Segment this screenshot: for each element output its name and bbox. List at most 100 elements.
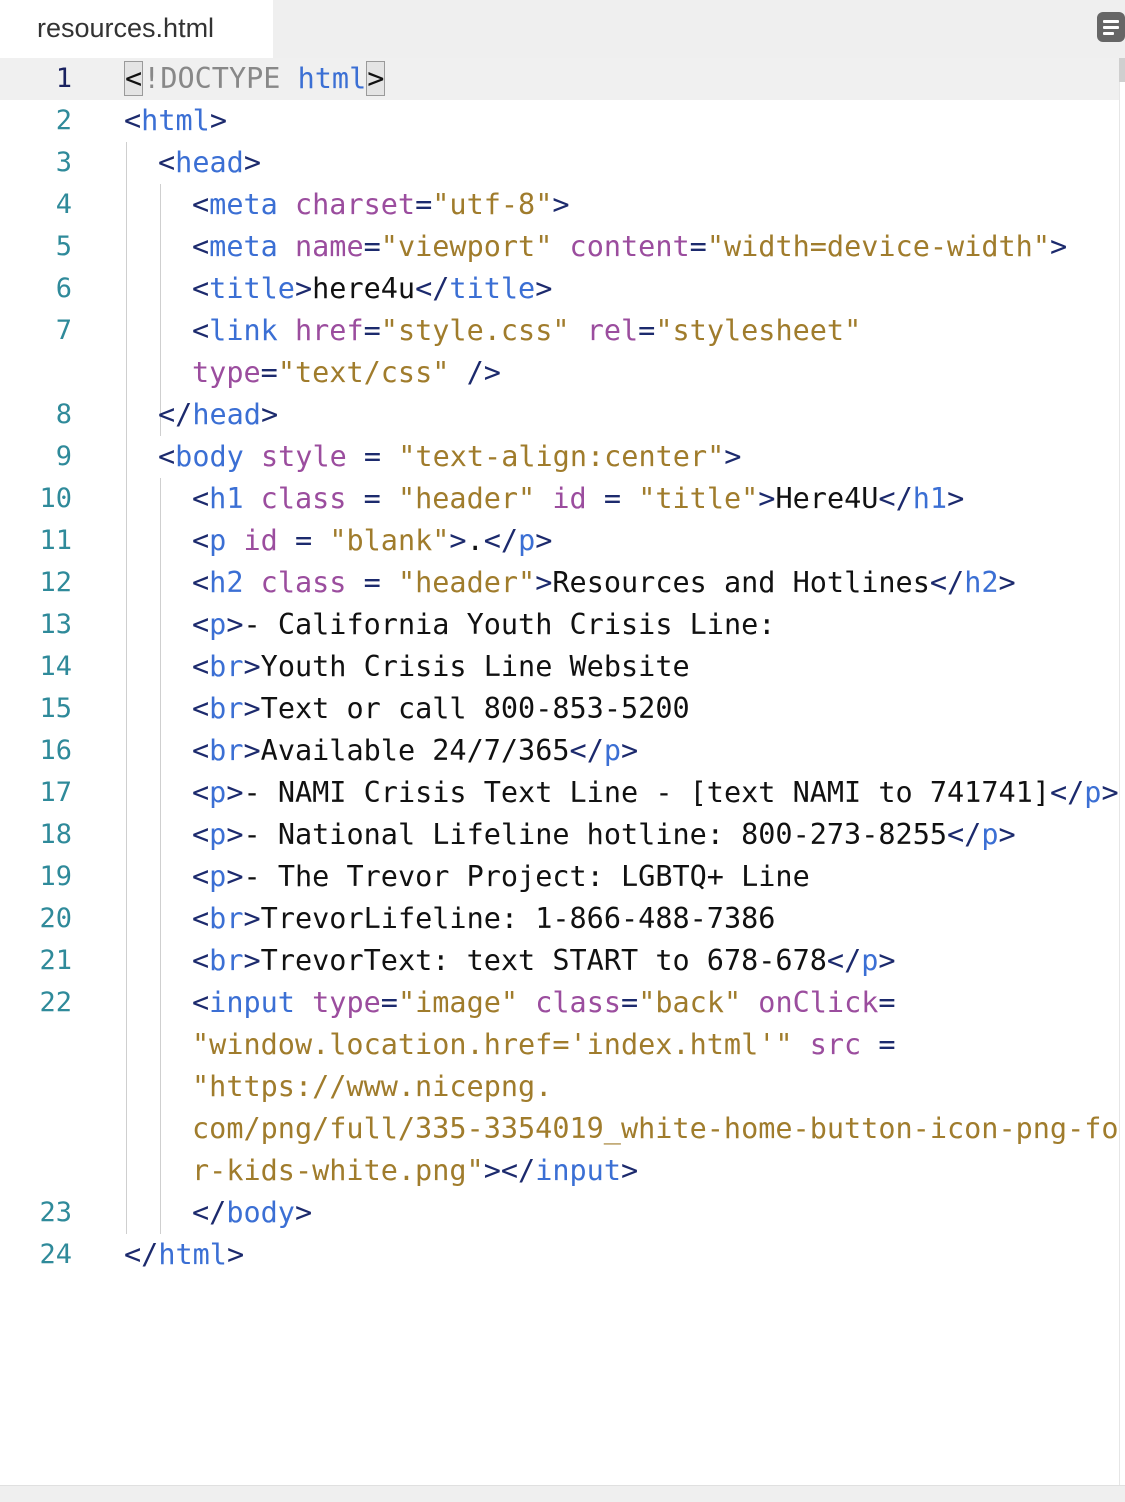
code-token: </ xyxy=(1049,776,1085,809)
code-text: "window.location.href='index.html'" src … xyxy=(192,1024,896,1066)
code-text: <html> xyxy=(124,100,227,142)
code-token: </ xyxy=(929,566,965,599)
code-line[interactable]: 5 <meta name="viewport" content="width=de… xyxy=(0,226,1120,268)
code-token: "header" xyxy=(397,482,553,515)
code-token: > xyxy=(209,104,227,137)
code-text: <p>- California Youth Crisis Line: xyxy=(192,604,775,646)
code-token: < xyxy=(192,188,210,221)
code-token: < xyxy=(192,566,210,599)
code-token: < xyxy=(192,272,210,305)
code-line[interactable]: type="text/css" /> xyxy=(0,352,1120,394)
code-line[interactable]: "window.location.href='index.html'" src … xyxy=(0,1024,1120,1066)
horizontal-scrollbar[interactable] xyxy=(0,1485,1125,1502)
line-number: 15 xyxy=(39,693,72,724)
code-line[interactable]: 10 <h1 class = "header" id = "title">Here… xyxy=(0,478,1120,520)
code-text: <link href="style.css" rel="stylesheet" xyxy=(192,310,861,352)
code-token: type xyxy=(192,356,261,389)
code-token: html xyxy=(297,62,367,95)
code-line[interactable]: 20 <br>TrevorLifeline: 1-866-488-7386 xyxy=(0,898,1120,940)
code-token: = xyxy=(260,356,278,389)
code-text: <p>- The Trevor Project: LGBTQ+ Line xyxy=(192,856,810,898)
code-token: = xyxy=(621,986,639,1019)
code-token: = xyxy=(380,986,398,1019)
code-token: "blank" xyxy=(329,524,450,557)
code-line[interactable]: 14 <br>Youth Crisis Line Website xyxy=(0,646,1120,688)
code-token: Here4U xyxy=(775,482,879,515)
hamburger-menu-icon[interactable] xyxy=(1097,12,1125,42)
code-line[interactable]: 24 </html> xyxy=(0,1234,1120,1276)
code-token: > xyxy=(294,1196,313,1229)
code-token: Youth Crisis Line Website xyxy=(260,650,690,683)
line-number: 4 xyxy=(55,189,72,220)
code-line[interactable]: 15 <br>Text or call 800-853-5200 xyxy=(0,688,1120,730)
code-token: = xyxy=(689,230,707,263)
code-token: href xyxy=(294,314,364,347)
code-text: <p id = "blank">.</p> xyxy=(192,520,552,562)
code-token: > xyxy=(243,902,261,935)
code-line[interactable]: 7 <link href="style.css" rel="stylesheet" xyxy=(0,310,1120,352)
code-line[interactable]: 3 <head> xyxy=(0,142,1120,184)
line-number: 24 xyxy=(39,1239,72,1270)
code-token: "viewport" xyxy=(380,230,570,263)
code-token: < xyxy=(124,104,142,137)
code-token: p xyxy=(209,608,227,641)
code-line[interactable]: "https://www.nicepng. xyxy=(0,1066,1120,1108)
tab-bar: resources.html xyxy=(0,0,1125,58)
code-line[interactable]: 12 <h2 class = "header">Resources and Hot… xyxy=(0,562,1120,604)
code-token: "header" xyxy=(397,566,536,599)
code-line[interactable]: 11 <p id = "blank">.</p> xyxy=(0,520,1120,562)
code-token: title xyxy=(209,272,295,305)
code-line[interactable]: 21 <br>TrevorText: text START to 678-678<… xyxy=(0,940,1120,982)
code-token: < xyxy=(192,482,210,515)
code-token: < xyxy=(158,440,176,473)
code-token: > xyxy=(620,1154,639,1187)
code-token: head xyxy=(175,146,244,179)
code-line[interactable]: 19 <p>- The Trevor Project: LGBTQ+ Line xyxy=(0,856,1120,898)
code-editor[interactable]: 1 <!DOCTYPE html> 2 <html> 3 <head> 4 <meta cha… xyxy=(0,58,1125,1485)
code-token: = xyxy=(878,986,896,1019)
code-line[interactable]: 22 <input type="image" class="back" onCli… xyxy=(0,982,1120,1024)
code-text: </body> xyxy=(192,1192,312,1234)
code-token: meta xyxy=(209,188,295,221)
code-token: TrevorText: text START to 678-678 xyxy=(260,944,827,977)
code-token: class xyxy=(260,482,364,515)
code-text: <title>here4u</title> xyxy=(192,268,552,310)
code-token: "text-align:center" xyxy=(398,440,725,473)
code-line[interactable]: 1 <!DOCTYPE html> xyxy=(0,58,1120,100)
code-line[interactable]: 23 </body> xyxy=(0,1192,1120,1234)
code-token: br xyxy=(209,902,244,935)
line-number: 13 xyxy=(39,609,72,640)
code-token: > xyxy=(243,692,261,725)
code-token: src xyxy=(809,1028,879,1061)
line-number: 9 xyxy=(55,441,72,472)
code-text: <p>- National Lifeline hotline: 800-273-… xyxy=(192,814,1016,856)
code-line[interactable]: 2 <html> xyxy=(0,100,1120,142)
code-text: "https://www.nicepng. xyxy=(192,1066,552,1108)
code-token: br xyxy=(209,734,244,767)
code-line[interactable]: 8 </head> xyxy=(0,394,1120,436)
code-token: - National Lifeline hotline: 800-273-825… xyxy=(243,818,948,851)
code-token: > xyxy=(226,608,244,641)
code-token: = xyxy=(415,188,433,221)
code-token: "https://www.nicepng. xyxy=(192,1070,553,1103)
code-line[interactable]: 13 <p>- California Youth Crisis Line: xyxy=(0,604,1120,646)
code-text: com/png/full/335-3354019_white-home-butt… xyxy=(192,1108,1119,1150)
code-token: link xyxy=(209,314,295,347)
code-line[interactable]: 17 <p>- NAMI Crisis Text Line - [text NAM… xyxy=(0,772,1120,814)
code-token: </ xyxy=(569,734,604,767)
code-line[interactable]: 6 <title>here4u</title> xyxy=(0,268,1120,310)
code-line[interactable]: 18 <p>- National Lifeline hotline: 800-27… xyxy=(0,814,1120,856)
code-line[interactable]: 4 <meta charset="utf-8"> xyxy=(0,184,1120,226)
code-token: > xyxy=(243,944,261,977)
code-line[interactable]: com/png/full/335-3354019_white-home-butt… xyxy=(0,1108,1120,1150)
tab-resources-html[interactable]: resources.html xyxy=(0,0,273,58)
code-token: name xyxy=(294,230,364,263)
code-token: html xyxy=(158,1238,227,1271)
code-token: </ xyxy=(192,1196,227,1229)
code-line[interactable]: 9 <body style = "text-align:center"> xyxy=(0,436,1120,478)
code-line[interactable]: r-kids-white.png"></input> xyxy=(0,1150,1120,1192)
code-line[interactable]: 16 <br>Available 24/7/365</p> xyxy=(0,730,1120,772)
code-token: p xyxy=(1084,776,1102,809)
code-token: > xyxy=(226,818,244,851)
line-number: 17 xyxy=(39,777,72,808)
